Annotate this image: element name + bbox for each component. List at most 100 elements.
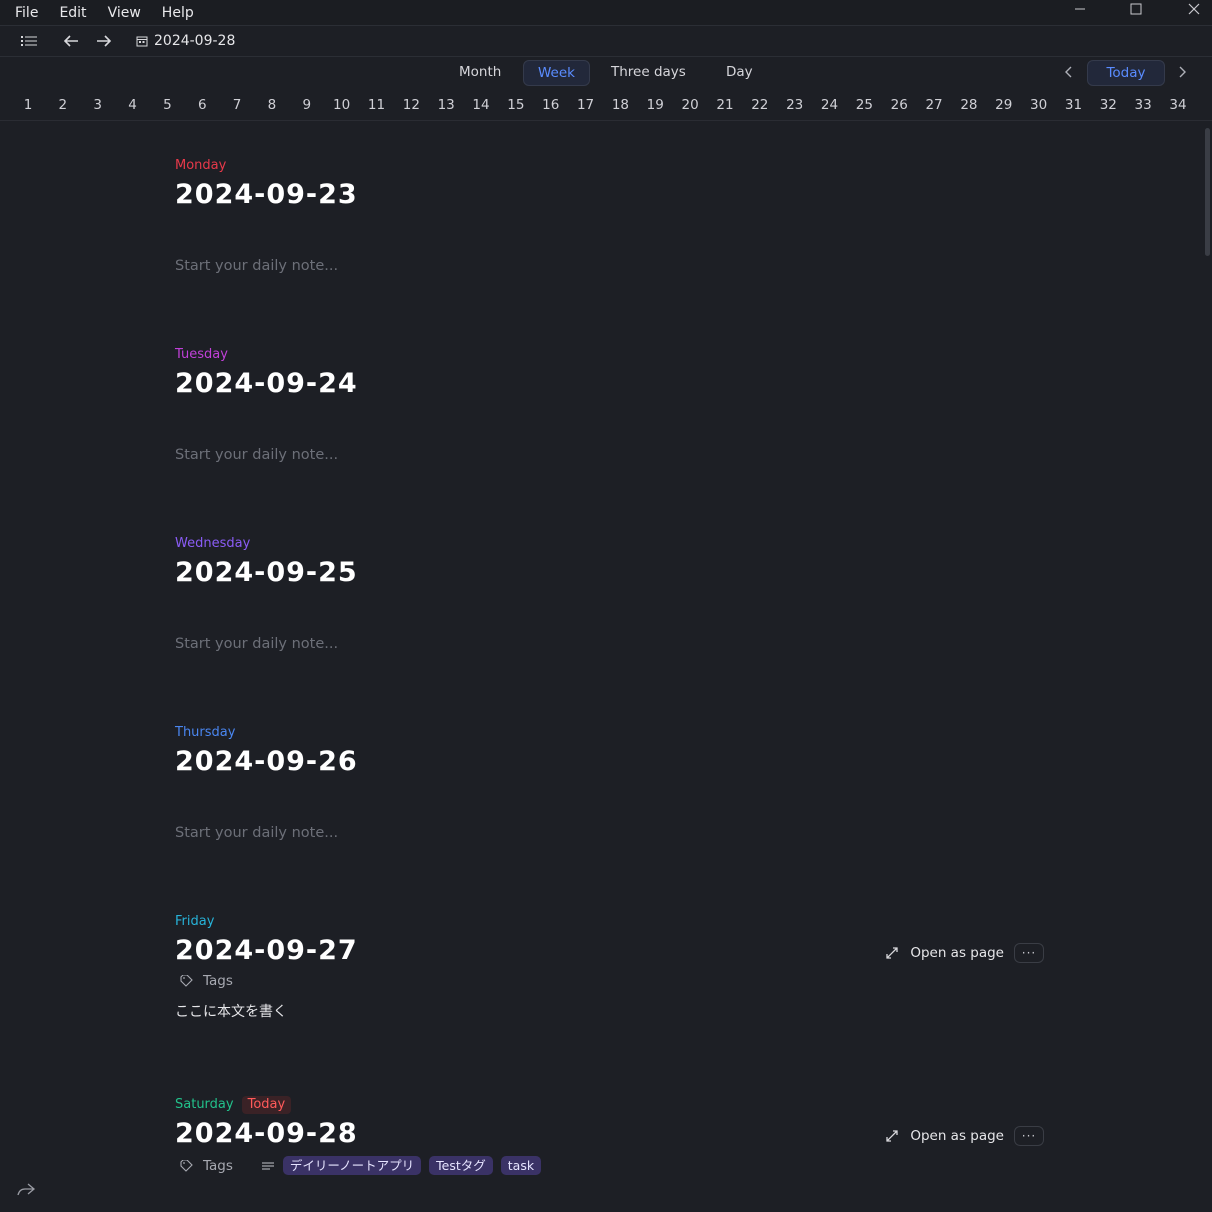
weekday-name: Friday (175, 914, 215, 929)
weekday-name: Wednesday (175, 536, 251, 551)
week-number[interactable]: 18 (612, 97, 629, 113)
tab-month[interactable]: Month (445, 60, 515, 84)
tag-add-button[interactable]: Tags (180, 1158, 233, 1174)
day-entry-wednesday: Wednesday 2024-09-25 (175, 535, 1075, 589)
tags-label: Tags (203, 1157, 233, 1174)
back-arrow-icon[interactable] (60, 30, 82, 52)
day-date-heading: 2024-09-23 (175, 179, 358, 210)
week-number[interactable]: 12 (403, 97, 420, 113)
menu-help[interactable]: Help (162, 5, 194, 21)
weekday-name: Saturday (175, 1097, 234, 1112)
week-number[interactable]: 8 (268, 97, 277, 113)
more-options-button[interactable]: ··· (1014, 943, 1044, 963)
tag-chip[interactable]: デイリーノートアプリ (282, 1156, 422, 1175)
week-number[interactable]: 15 (507, 97, 524, 113)
week-number[interactable]: 6 (198, 97, 207, 113)
week-number[interactable]: 13 (438, 97, 455, 113)
week-number[interactable]: 19 (647, 97, 664, 113)
open-as-page-button[interactable]: Open as page (886, 1128, 1004, 1144)
open-as-page-button[interactable]: Open as page (886, 945, 1004, 961)
daily-note-placeholder[interactable]: Start your daily note... (175, 825, 338, 841)
weekday-label: Tuesday (175, 346, 1075, 364)
weekday-name: Thursday (175, 725, 236, 740)
day-entry-friday: Friday 2024-09-27 Open as page ··· (175, 913, 1075, 967)
day-entry-saturday: Saturday Today 2024-09-28 Open as page ·… (175, 1096, 1075, 1150)
date-picker-button[interactable]: 2024-09-28 (136, 30, 235, 52)
daily-note-placeholder[interactable]: Start your daily note... (175, 636, 338, 652)
weekday-label: Wednesday (175, 535, 1075, 553)
week-number[interactable]: 29 (995, 97, 1012, 113)
week-number[interactable]: 22 (751, 97, 768, 113)
tab-week[interactable]: Week (523, 60, 590, 86)
week-number[interactable]: 10 (333, 97, 350, 113)
week-number[interactable]: 28 (960, 97, 977, 113)
tags-row: Tags (180, 973, 233, 989)
current-date: 2024-09-28 (154, 33, 236, 49)
daily-note-placeholder[interactable]: Start your daily note... (175, 447, 338, 463)
menu-view[interactable]: View (108, 5, 141, 21)
expand-icon (886, 1130, 898, 1142)
week-number[interactable]: 20 (682, 97, 699, 113)
week-number[interactable]: 31 (1065, 97, 1082, 113)
day-date-heading: 2024-09-26 (175, 746, 358, 777)
day-entry-thursday: Thursday 2024-09-26 (175, 724, 1075, 778)
menu-bar: File Edit View Help (0, 0, 1212, 26)
week-number[interactable]: 26 (891, 97, 908, 113)
week-number[interactable]: 34 (1169, 97, 1186, 113)
minimize-icon[interactable] (1060, 0, 1100, 18)
daily-note-placeholder[interactable]: Start your daily note... (175, 258, 338, 274)
share-icon[interactable] (16, 1182, 36, 1200)
weekday-name: Monday (175, 158, 227, 173)
tag-add-button[interactable]: Tags (180, 973, 233, 989)
week-number[interactable]: 1 (24, 97, 33, 113)
week-number[interactable]: 16 (542, 97, 559, 113)
menu-edit[interactable]: Edit (59, 5, 86, 21)
week-number[interactable]: 2 (59, 97, 68, 113)
day-entry-monday: Monday 2024-09-23 (175, 157, 1075, 211)
week-number[interactable]: 4 (128, 97, 137, 113)
week-number[interactable]: 7 (233, 97, 242, 113)
week-number[interactable]: 30 (1030, 97, 1047, 113)
menu-file[interactable]: File (15, 5, 38, 21)
week-number[interactable]: 17 (577, 97, 594, 113)
view-switcher: Month Week Three days Day Today (0, 57, 1212, 89)
page-actions: Open as page ··· (886, 1125, 1044, 1147)
week-number[interactable]: 9 (302, 97, 311, 113)
tag-icon (180, 1159, 193, 1172)
toolbar: 2024-09-28 (0, 26, 1212, 57)
week-number[interactable]: 33 (1135, 97, 1152, 113)
scrollbar[interactable] (1205, 128, 1210, 256)
chevron-left-icon (1065, 66, 1072, 78)
tab-day[interactable]: Day (712, 60, 767, 84)
week-number[interactable]: 25 (856, 97, 873, 113)
daily-note-body[interactable]: ここに本文を書く (175, 1001, 287, 1021)
list-icon[interactable] (18, 30, 40, 52)
forward-arrow-icon[interactable] (93, 30, 115, 52)
week-number[interactable]: 32 (1100, 97, 1117, 113)
week-number[interactable]: 14 (472, 97, 489, 113)
tag-chip[interactable]: task (500, 1156, 542, 1175)
week-number[interactable]: 27 (925, 97, 942, 113)
week-number[interactable]: 3 (93, 97, 102, 113)
week-number[interactable]: 21 (716, 97, 733, 113)
next-week-button[interactable] (1171, 61, 1193, 83)
tag-chip[interactable]: Testタグ (429, 1156, 493, 1175)
tag-icon (180, 975, 193, 987)
close-icon[interactable] (1174, 0, 1212, 18)
open-as-page-label: Open as page (910, 1128, 1004, 1144)
open-as-page-label: Open as page (910, 945, 1004, 961)
today-badge: Today (241, 1096, 292, 1114)
maximize-icon[interactable] (1116, 0, 1156, 18)
more-options-button[interactable]: ··· (1014, 1126, 1044, 1146)
week-number[interactable]: 23 (786, 97, 803, 113)
today-button[interactable]: Today (1087, 60, 1165, 86)
tag-list-icon (261, 1161, 274, 1170)
day-date-heading: 2024-09-25 (175, 557, 358, 588)
tab-three-days[interactable]: Three days (597, 60, 700, 84)
previous-week-button[interactable] (1058, 61, 1080, 83)
week-number[interactable]: 5 (163, 97, 172, 113)
chevron-right-icon (1179, 66, 1186, 78)
week-number[interactable]: 24 (821, 97, 838, 113)
week-number[interactable]: 11 (368, 97, 385, 113)
tags-label: Tags (203, 973, 233, 989)
